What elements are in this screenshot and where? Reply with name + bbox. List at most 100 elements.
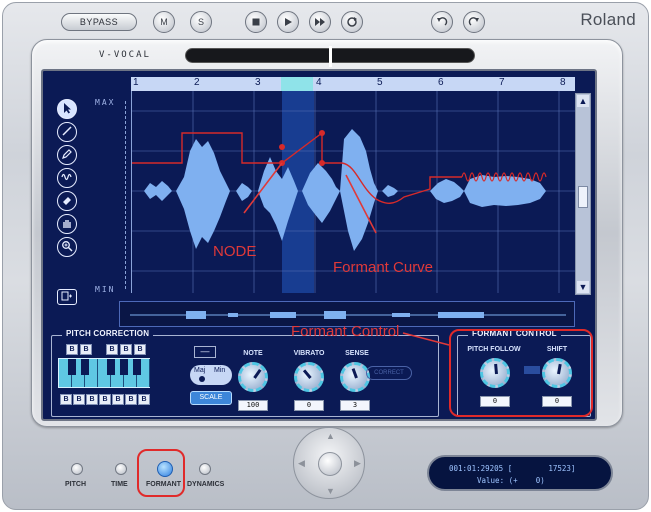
black-key[interactable]	[107, 359, 115, 375]
time-ruler[interactable]: 1 2 3 4 5 6 7 8	[131, 77, 575, 91]
key-toggle-button[interactable]: B	[66, 344, 78, 355]
redo-icon	[468, 17, 479, 26]
mute-button[interactable]: M	[153, 11, 175, 33]
node-annotation: NODE	[213, 243, 257, 260]
vibrato-tool-button[interactable]	[57, 168, 77, 188]
note-value[interactable]: 100	[238, 400, 268, 411]
hand-tool-button[interactable]	[57, 214, 77, 234]
dynamics-mode-button[interactable]	[199, 463, 211, 475]
eraser-tool-button[interactable]	[57, 191, 77, 211]
brand-logo: Roland	[580, 10, 636, 29]
redo-button[interactable]	[463, 11, 485, 33]
loop-button[interactable]	[341, 11, 363, 33]
note-knob[interactable]	[238, 362, 268, 392]
key-toggle-button[interactable]: B	[125, 394, 137, 405]
minor-label: Min	[214, 367, 226, 374]
undo-icon	[437, 17, 448, 26]
ruler-mark-5: 5	[377, 77, 383, 88]
hand-icon	[63, 220, 71, 228]
nav-down-arrow[interactable]: ▼	[326, 486, 335, 496]
ruler-mark-7: 7	[499, 77, 505, 88]
time-mode-button[interactable]	[115, 463, 127, 475]
pointer-tool-button[interactable]	[57, 99, 77, 119]
nav-right-arrow[interactable]: ▶	[354, 458, 361, 469]
key-toggle-button[interactable]: B	[120, 344, 132, 355]
v-vocal-plugin-window: BYPASS M S Roland V-VOCAL MAX MIN 1 2 3 …	[2, 2, 649, 510]
major-label: Maj	[194, 367, 206, 374]
nav-center-button[interactable]	[318, 452, 342, 476]
black-key[interactable]	[120, 359, 128, 375]
pencil-icon	[62, 149, 72, 159]
zoom-fit-icon	[61, 291, 72, 301]
formant-control-pointer	[402, 332, 450, 346]
black-key[interactable]	[81, 359, 89, 375]
node-point	[319, 130, 325, 136]
loop-icon	[347, 17, 357, 27]
formant-control-highlight	[449, 329, 593, 417]
ruler-mark-8: 8	[560, 77, 566, 88]
scroll-thumb[interactable]	[578, 186, 588, 208]
ruler-selection	[281, 77, 313, 91]
eraser-icon	[63, 197, 71, 205]
min-label: MIN	[95, 285, 116, 294]
sense-label: SENSE	[345, 350, 369, 357]
key-toggle-button[interactable]: B	[112, 394, 124, 405]
line-tool-button[interactable]	[57, 122, 77, 142]
pitch-mode-label: PITCH	[65, 481, 86, 488]
module-title: V-VOCAL	[99, 50, 151, 60]
major-minor-switch[interactable]: Maj Min	[190, 365, 232, 385]
scale-button[interactable]: SCALE	[190, 391, 232, 405]
node-point	[279, 144, 285, 150]
key-toggle-button[interactable]: B	[80, 344, 92, 355]
scroll-down-arrow[interactable]: ▼	[577, 281, 589, 293]
pitch-mode-button[interactable]	[71, 463, 83, 475]
play-icon	[285, 18, 292, 26]
vibrato-icon	[61, 173, 72, 181]
bypass-button[interactable]: BYPASS	[61, 13, 137, 31]
key-toggle-button[interactable]: B	[86, 394, 98, 405]
correct-button[interactable]: CORRECT	[366, 366, 412, 380]
switch-dot	[199, 376, 205, 382]
ruler-mark-4: 4	[316, 77, 322, 88]
pencil-tool-button[interactable]	[57, 145, 77, 165]
magnifier-icon	[62, 241, 73, 252]
ruler-mark-3: 3	[255, 77, 261, 88]
stop-icon	[252, 18, 260, 26]
sense-value[interactable]: 3	[340, 400, 370, 411]
play-button[interactable]	[277, 11, 299, 33]
key-toggle-button[interactable]: B	[106, 344, 118, 355]
pointer-icon	[64, 103, 71, 114]
vibrato-value[interactable]: 0	[294, 400, 324, 411]
navigation-pad[interactable]: ▲ ▼ ◀ ▶	[293, 427, 365, 499]
vertical-scrollbar[interactable]: ▲ ▼	[575, 93, 591, 295]
play-selection-button[interactable]	[309, 11, 331, 33]
nav-left-arrow[interactable]: ◀	[298, 458, 305, 469]
solo-button[interactable]: S	[190, 11, 212, 33]
ruler-mark-2: 2	[194, 77, 200, 88]
black-key[interactable]	[68, 359, 76, 375]
stop-button[interactable]	[245, 11, 267, 33]
key-toggle-button[interactable]: B	[134, 344, 146, 355]
time-mode-label: TIME	[111, 481, 128, 488]
track-zoom-button[interactable]	[57, 289, 77, 305]
zoom-tool-button[interactable]	[57, 237, 77, 257]
vibrato-knob[interactable]	[294, 362, 324, 392]
key-toggle-button[interactable]: B	[60, 394, 72, 405]
sense-knob[interactable]	[340, 362, 370, 392]
scroll-up-arrow[interactable]: ▲	[577, 95, 589, 107]
piano-keyboard[interactable]	[58, 358, 150, 388]
key-toggle-button[interactable]: B	[138, 394, 150, 405]
max-label: MAX	[95, 98, 116, 107]
clear-keys-button[interactable]: —	[194, 346, 216, 358]
nav-up-arrow[interactable]: ▲	[326, 431, 335, 441]
top-toolbar: BYPASS M S Roland	[3, 3, 648, 39]
key-toggle-button[interactable]: B	[99, 394, 111, 405]
key-toggle-button[interactable]: B	[73, 394, 85, 405]
formant-control-annotation: Formant Control	[291, 323, 400, 340]
black-key[interactable]	[133, 359, 141, 375]
undo-button[interactable]	[431, 11, 453, 33]
lcd-value: Value: (+ 0)	[477, 476, 545, 485]
meter-center-mark	[329, 46, 332, 67]
play-selection-icon	[315, 18, 325, 26]
dynamics-mode-label: DYNAMICS	[187, 481, 225, 488]
